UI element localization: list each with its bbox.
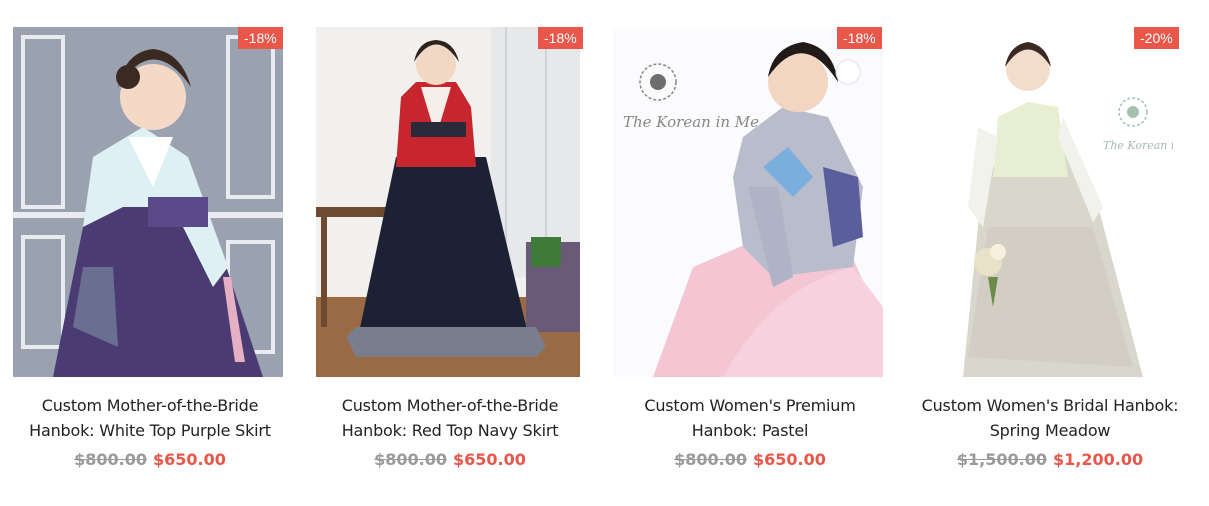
original-price: $800.00 xyxy=(374,450,447,469)
svg-text:The Korean in Me: The Korean in Me xyxy=(623,113,759,131)
discount-badge: -18% xyxy=(538,27,583,49)
discount-badge: -20% xyxy=(1134,27,1179,49)
original-price: $800.00 xyxy=(74,450,147,469)
discount-badge: -18% xyxy=(238,27,283,49)
product-price: $800.00 $650.00 xyxy=(300,450,600,469)
product-card: -18% Custom Mother-of-the-Bride Hanbok: … xyxy=(300,0,600,506)
product-title[interactable]: Custom Women's Bridal Hanbok: Spring Mea… xyxy=(900,393,1200,443)
product-price: $800.00 $650.00 xyxy=(600,450,900,469)
sale-price: $650.00 xyxy=(153,450,226,469)
product-image[interactable] xyxy=(316,27,580,377)
sale-price: $650.00 xyxy=(753,450,826,469)
product-image[interactable]: The Korean in Me xyxy=(613,27,883,377)
original-price: $1,500.00 xyxy=(956,450,1047,469)
product-title[interactable]: Custom Women's Premium Hanbok: Pastel xyxy=(600,393,900,443)
product-title[interactable]: Custom Mother-of-the-Bride Hanbok: Red T… xyxy=(300,393,600,443)
original-price: $800.00 xyxy=(674,450,747,469)
product-price: $800.00 $650.00 xyxy=(0,450,300,469)
svg-text:The Korean in Me: The Korean in Me xyxy=(1103,139,1173,152)
product-card: The Korean in Me -20% Custom Women's Bri… xyxy=(900,0,1200,506)
product-image[interactable]: The Korean in Me xyxy=(943,27,1173,377)
discount-badge: -18% xyxy=(837,27,882,49)
product-image[interactable] xyxy=(13,27,283,377)
product-grid: -18% Custom Mother-of-the-Bride Hanbok: … xyxy=(0,0,1209,506)
product-card: -18% Custom Mother-of-the-Bride Hanbok: … xyxy=(0,0,300,506)
product-card: The Korean in Me -18% Custom Women's Pre… xyxy=(600,0,900,506)
product-title[interactable]: Custom Mother-of-the-Bride Hanbok: White… xyxy=(0,393,300,443)
sale-price: $650.00 xyxy=(453,450,526,469)
product-price: $1,500.00 $1,200.00 xyxy=(900,450,1200,469)
sale-price: $1,200.00 xyxy=(1053,450,1144,469)
